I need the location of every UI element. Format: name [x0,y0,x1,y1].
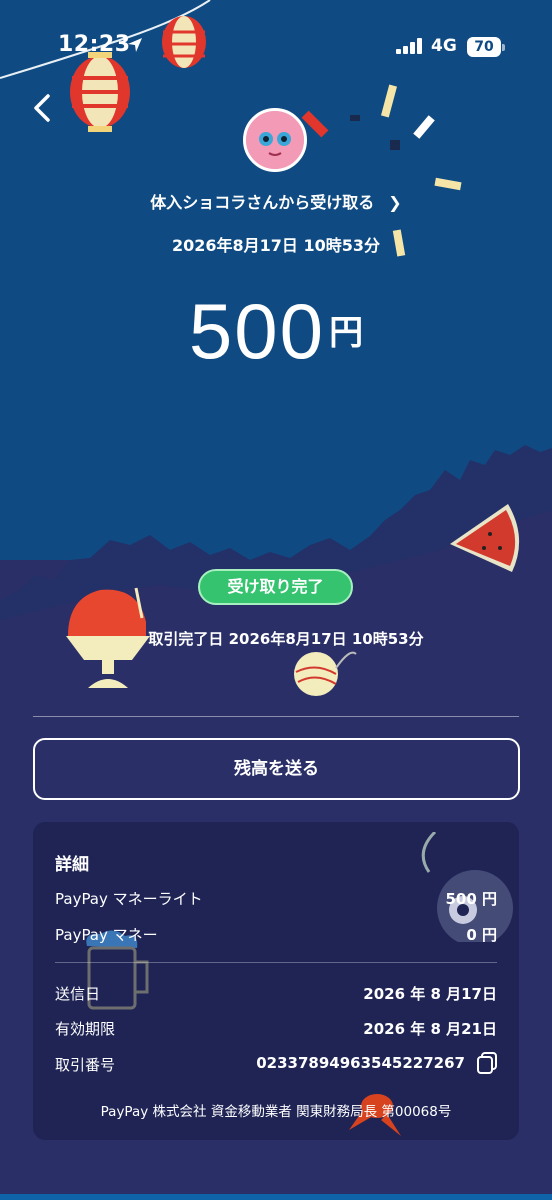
completion-date: 取引完了日 2026年8月17日 10時53分 [148,630,424,648]
signal-icon [396,38,422,54]
row-label: PayPay マネー [55,926,158,944]
row-label: 送信日 [55,985,101,1003]
back-chevron-icon[interactable] [30,92,58,124]
row-value: 0 円 [466,926,497,944]
status-badge: 受け取り完了 [198,569,353,605]
avatar-face-icon [246,111,304,169]
sender-text: 体入ショコラさんから受け取る [150,193,375,212]
network-type: 4G [431,36,457,56]
row-label: 有効期限 [55,1020,116,1038]
row-value: 2026 年 8 月21日 [363,1020,497,1038]
location-arrow-icon [128,38,142,52]
status-time: 12:23 [58,32,131,57]
amount-value: 500 [188,287,326,375]
status-bar: 12:23 4G 70 [0,28,552,64]
details-divider [55,962,497,963]
battery-indicator: 70 [467,37,505,57]
row-value: 2026 年 8 月17日 [363,985,497,1003]
company-footer: PayPay 株式会社 資金移動業者 関東財務局長 第00068号 [100,1104,452,1120]
details-card: 詳細 PayPay マネーライト 500 円 PayPay マネー 0 円 送信… [33,822,519,1140]
yoyo-balloon-decoration [294,651,357,696]
details-title: 詳細 [55,855,89,875]
amount-display: 500 円 [0,286,552,377]
divider [33,716,519,717]
chevron-right-icon: ❯ [388,193,402,212]
watermelon-decoration [450,504,520,572]
wind-chime-decoration [421,832,513,942]
row-value: 500 円 [445,890,497,908]
sender-avatar [243,108,307,172]
send-balance-button[interactable]: 残高を送る [33,738,520,800]
copy-icon[interactable] [476,1051,498,1075]
receive-datetime: 2026年8月17日 10時53分 [171,236,381,255]
transaction-id: 02337894963545227267 [256,1054,465,1072]
bottom-bar [0,1194,552,1200]
row-label: 取引番号 [55,1056,116,1074]
sender-link[interactable]: 体入ショコラさんから受け取る ❯ [0,189,552,213]
row-label: PayPay マネーライト [55,890,203,908]
amount-currency: 円 [329,313,364,353]
